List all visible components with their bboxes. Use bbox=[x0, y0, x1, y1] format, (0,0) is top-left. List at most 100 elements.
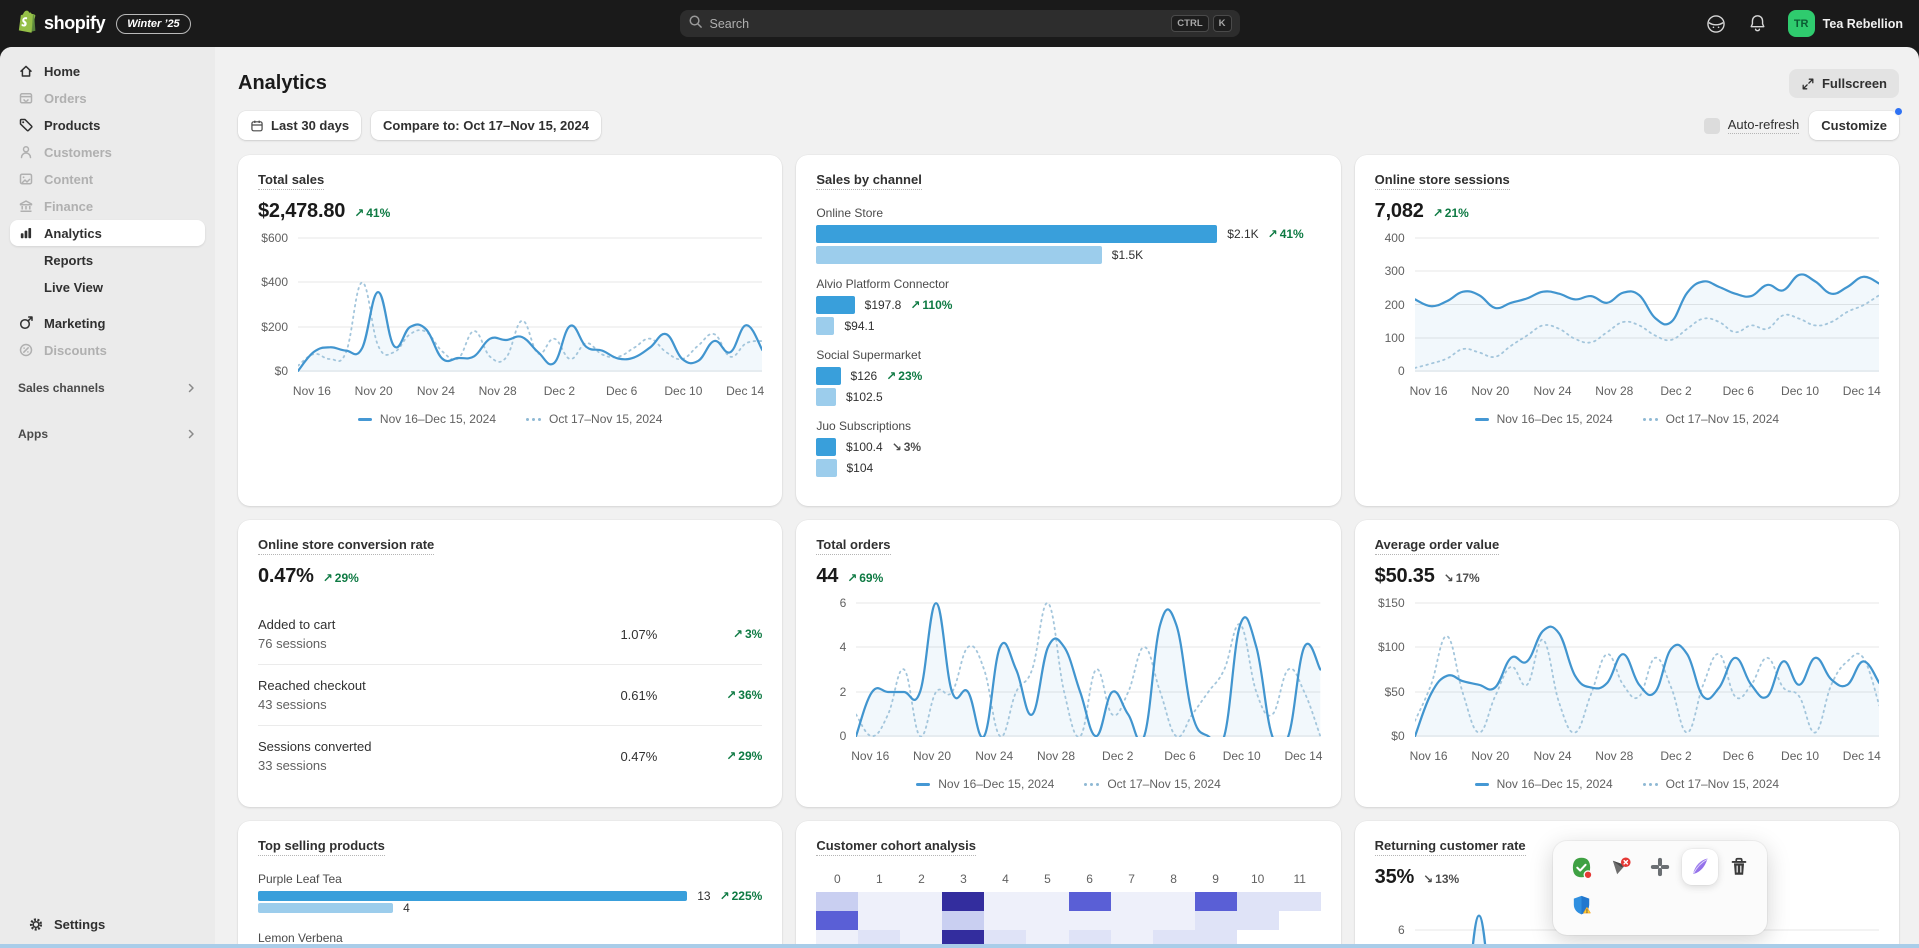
fullscreen-button[interactable]: Fullscreen bbox=[1789, 69, 1899, 98]
fullscreen-icon bbox=[1801, 77, 1815, 91]
card-online-store-sessions: Online store sessions 7,082 ↗21% 4003002… bbox=[1355, 155, 1899, 506]
version-badge: Winter ’25 bbox=[116, 14, 190, 34]
shopify-logo[interactable]: shopify bbox=[16, 9, 105, 39]
y-axis-tick: $0 bbox=[1391, 729, 1404, 743]
x-axis-tick: Dec 10 bbox=[664, 384, 702, 398]
trash-extension-icon[interactable] bbox=[1721, 849, 1757, 885]
y-axis-tick: 6 bbox=[840, 596, 847, 610]
calendar-icon bbox=[250, 119, 264, 133]
x-axis: Nov 16Nov 20Nov 24Nov 28Dec 2Dec 6Dec 10… bbox=[1415, 384, 1879, 400]
y-axis-tick: $0 bbox=[275, 364, 288, 378]
green-check-extension-icon[interactable] bbox=[1563, 849, 1599, 885]
sidebar-item-reports[interactable]: Reports bbox=[10, 247, 205, 273]
shortcut-key-ctrl: CTRL bbox=[1171, 15, 1208, 32]
sidekick-assistant-icon[interactable] bbox=[1705, 13, 1727, 35]
y-axis: 4003002001000 bbox=[1375, 231, 1415, 378]
sidebar-item-finance[interactable]: Finance bbox=[10, 193, 205, 219]
sidebar-item-settings[interactable]: Settings bbox=[20, 911, 195, 937]
product-purple-leaf-tea: Purple Leaf Tea 13↗225% 4 bbox=[258, 872, 762, 913]
cohort-cell bbox=[1153, 892, 1195, 911]
legend-dotted-marker bbox=[1643, 783, 1658, 786]
sidebar-item-content[interactable]: Content bbox=[10, 166, 205, 192]
x-axis-tick: Dec 2 bbox=[1102, 749, 1133, 763]
compare-button[interactable]: Compare to: Oct 17–Nov 15, 2024 bbox=[371, 111, 601, 140]
channel-juo-subscriptions: Juo Subscriptions $100.4↘3% $104 bbox=[816, 419, 1320, 477]
funnel-row-added-to-cart: Added to cart76 sessions 1.07% ↗3% bbox=[258, 604, 762, 664]
sidebar-item-marketing[interactable]: Marketing bbox=[10, 310, 205, 336]
x-axis-tick: Nov 20 bbox=[355, 384, 393, 398]
sidebar-section-apps[interactable]: Apps bbox=[18, 423, 197, 445]
cohort-cell bbox=[1026, 892, 1068, 911]
channel-online-store: Online Store $2.1K↗41% $1.5K bbox=[816, 206, 1320, 264]
content-icon bbox=[18, 171, 34, 187]
y-axis-tick: 6 bbox=[1398, 923, 1405, 937]
x-axis-tick: Dec 6 bbox=[606, 384, 637, 398]
account-menu[interactable]: TR Tea Rebellion bbox=[1788, 10, 1903, 37]
card-title-online-store-sessions[interactable]: Online store sessions bbox=[1375, 172, 1510, 190]
sidebar-item-products[interactable]: Products bbox=[10, 112, 205, 138]
cohort-cell bbox=[816, 911, 858, 930]
delta-badge: ↗36% bbox=[726, 688, 762, 702]
cohort-cell bbox=[942, 911, 984, 930]
card-title-average-order-value[interactable]: Average order value bbox=[1375, 537, 1500, 555]
triangle-error-extension-icon[interactable] bbox=[1603, 849, 1639, 885]
card-title-top-selling-products[interactable]: Top selling products bbox=[258, 838, 385, 856]
card-title-conversion-rate[interactable]: Online store conversion rate bbox=[258, 537, 434, 555]
chevron-right-icon bbox=[185, 428, 197, 440]
store-name: Tea Rebellion bbox=[1823, 17, 1903, 31]
cohort-cell bbox=[1237, 911, 1279, 930]
search-input[interactable]: Search CTRL K bbox=[680, 10, 1240, 37]
x-axis: Nov 16Nov 20Nov 24Nov 28Dec 2Dec 6Dec 10… bbox=[856, 749, 1320, 765]
sidebar-item-home[interactable]: Home bbox=[10, 58, 205, 84]
sidebar-item-analytics[interactable]: Analytics bbox=[10, 220, 205, 246]
sidebar-item-orders[interactable]: Orders bbox=[10, 85, 205, 111]
sidebar-section-sales-channels[interactable]: Sales channels bbox=[18, 377, 197, 399]
x-axis-tick: Nov 28 bbox=[479, 384, 517, 398]
sidebar-item-live-view[interactable]: Live View bbox=[10, 274, 205, 300]
clover-grid-extension-icon[interactable] bbox=[1642, 849, 1678, 885]
metric-value: $2,478.80 bbox=[258, 200, 345, 223]
auto-refresh-checkbox[interactable] bbox=[1704, 118, 1720, 134]
cohort-column-label: 11 bbox=[1279, 872, 1321, 886]
card-title-total-sales[interactable]: Total sales bbox=[258, 172, 324, 190]
x-axis-tick: Nov 16 bbox=[293, 384, 331, 398]
card-total-orders: Total orders 44 ↗69% 6420 Nov 16Nov 20No… bbox=[796, 520, 1340, 807]
bell-icon[interactable] bbox=[1747, 13, 1768, 34]
sidebar-item-customers[interactable]: Customers bbox=[10, 139, 205, 165]
analytics-icon bbox=[18, 225, 34, 241]
card-title-customer-cohort-analysis[interactable]: Customer cohort analysis bbox=[816, 838, 976, 856]
x-axis-tick: Dec 2 bbox=[1660, 384, 1691, 398]
cohort-column-label: 10 bbox=[1237, 872, 1279, 886]
x-axis-tick: Nov 24 bbox=[1534, 749, 1572, 763]
chart-legend: Nov 16–Dec 15, 2024 Oct 17–Nov 15, 2024 bbox=[1375, 412, 1879, 426]
customize-button[interactable]: Customize bbox=[1809, 111, 1899, 140]
cohort-cell bbox=[1279, 911, 1321, 930]
cohort-column-label: 4 bbox=[984, 872, 1026, 886]
card-title-sales-by-channel[interactable]: Sales by channel bbox=[816, 172, 922, 190]
cohort-column-label: 3 bbox=[942, 872, 984, 886]
cohort-column-label: 8 bbox=[1153, 872, 1195, 886]
page-title: Analytics bbox=[238, 72, 327, 95]
x-axis-tick: Dec 14 bbox=[726, 384, 764, 398]
card-title-total-orders[interactable]: Total orders bbox=[816, 537, 890, 555]
x-axis-tick: Nov 28 bbox=[1595, 384, 1633, 398]
auto-refresh-toggle[interactable]: Auto-refresh bbox=[1704, 117, 1800, 134]
customize-notification-dot bbox=[1894, 107, 1903, 116]
x-axis-tick: Nov 20 bbox=[913, 749, 951, 763]
cohort-column-label: 6 bbox=[1069, 872, 1111, 886]
x-axis-tick: Dec 14 bbox=[1284, 749, 1322, 763]
cohort-cell bbox=[1111, 911, 1153, 930]
delta-badge: ↗225% bbox=[720, 889, 763, 903]
y-axis: 6420 bbox=[816, 596, 856, 743]
delta-badge: ↗41% bbox=[354, 206, 390, 220]
orders-icon bbox=[18, 90, 34, 106]
metric-value: $50.35 bbox=[1375, 565, 1435, 588]
shield-warning-extension-icon[interactable] bbox=[1563, 887, 1599, 923]
topbar-right: TR Tea Rebellion bbox=[1705, 10, 1903, 37]
cohort-column-label: 5 bbox=[1026, 872, 1068, 886]
date-range-button[interactable]: Last 30 days bbox=[238, 111, 361, 140]
shortcut-key-k: K bbox=[1213, 15, 1232, 32]
purple-feather-extension-icon[interactable] bbox=[1682, 849, 1718, 885]
sidebar-item-discounts[interactable]: Discounts bbox=[10, 337, 205, 363]
card-title-returning-customer-rate[interactable]: Returning customer rate bbox=[1375, 838, 1526, 856]
